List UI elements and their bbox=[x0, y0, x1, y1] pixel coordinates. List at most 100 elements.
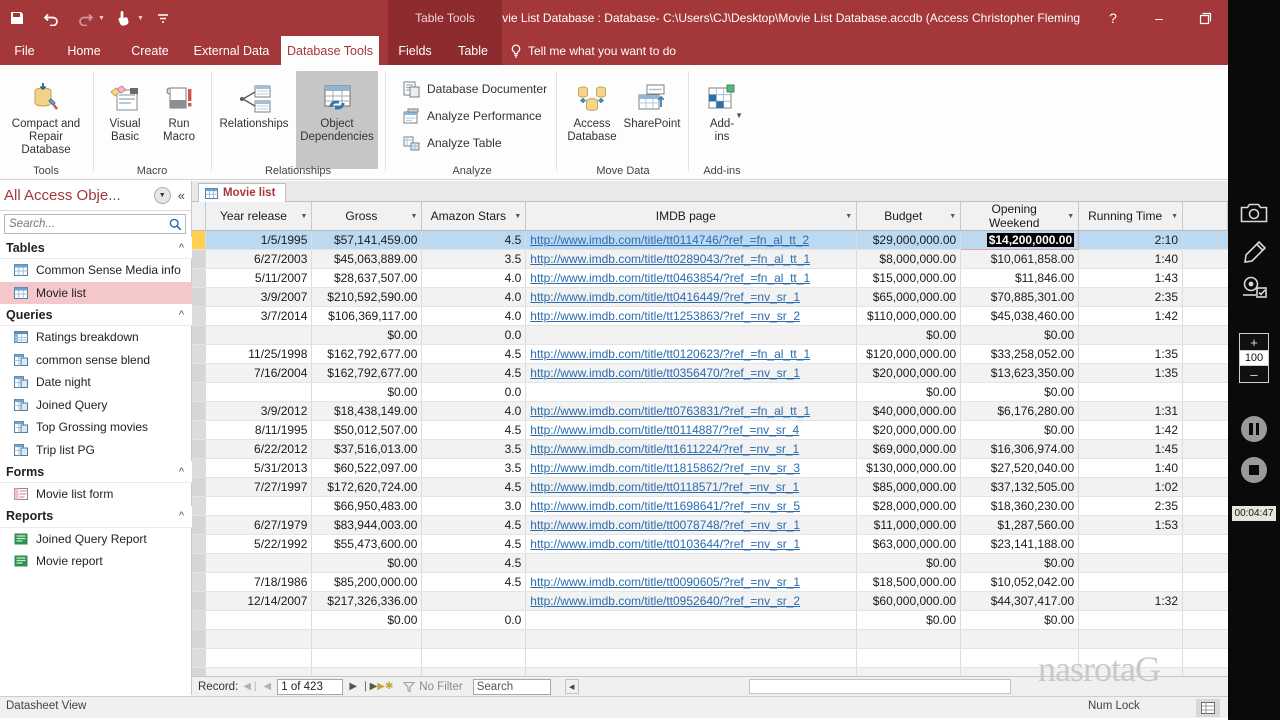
cell-budget[interactable]: $65,000,000.00 bbox=[856, 287, 962, 307]
cell-gross[interactable]: $83,944,003.00 bbox=[311, 515, 423, 535]
cell-imdb_page[interactable]: http://www.imdb.com/title/tt1611224/?ref… bbox=[525, 439, 858, 459]
table-row[interactable]: 3/7/2014 $106,369,117.00 4.0 http://www.imd… bbox=[192, 306, 1228, 326]
row-selector[interactable] bbox=[192, 572, 207, 592]
cell-gross[interactable]: $55,473,600.00 bbox=[311, 534, 423, 554]
cell-gross[interactable]: $28,637,507.00 bbox=[311, 268, 423, 288]
tab-database-tools[interactable]: Database Tools bbox=[281, 36, 379, 65]
table-row[interactable] bbox=[192, 648, 1228, 668]
cell-running_time[interactable]: 2:35 bbox=[1078, 496, 1184, 516]
cell-budget[interactable]: $0.00 bbox=[856, 382, 962, 402]
cell-amazon_stars[interactable] bbox=[421, 648, 527, 668]
table-row[interactable]: $66,950,483.00 3.0 http://www.imdb.com/tit… bbox=[192, 496, 1228, 516]
first-record-button[interactable]: ◀❘ bbox=[243, 681, 259, 692]
cell-imdb_page[interactable]: http://www.imdb.com/title/tt0356470/?ref… bbox=[525, 363, 858, 383]
cell-opening_weekend[interactable]: $27,520,040.00 bbox=[960, 458, 1080, 478]
cell-budget[interactable]: $0.00 bbox=[856, 325, 962, 345]
zoom-value[interactable]: 100 bbox=[1240, 350, 1268, 366]
column-header-opening-weekend[interactable]: Opening Weekend ▼ bbox=[960, 202, 1080, 231]
cell-budget[interactable]: $130,000,000.00 bbox=[856, 458, 962, 478]
row-selector[interactable] bbox=[192, 268, 207, 288]
chevron-down-icon[interactable]: ▼ bbox=[945, 213, 956, 220]
row-selector[interactable] bbox=[192, 382, 207, 402]
cell-gross[interactable]: $106,369,117.00 bbox=[311, 306, 423, 326]
cell-year_release[interactable] bbox=[205, 648, 313, 668]
cell-year_release[interactable]: 3/7/2014 bbox=[205, 306, 313, 326]
cell-gross[interactable]: $0.00 bbox=[311, 382, 423, 402]
row-selector[interactable] bbox=[192, 553, 207, 573]
cell-running_time[interactable] bbox=[1078, 553, 1184, 573]
table-row[interactable]: 7/16/2004 $162,792,677.00 4.5 http://www.im… bbox=[192, 363, 1228, 383]
table-row[interactable]: $0.00 4.5 $0.00 $0.00 bbox=[192, 553, 1228, 573]
cell-running_time[interactable] bbox=[1078, 629, 1184, 649]
chevron-up-icon[interactable]: ^ bbox=[179, 242, 184, 254]
customize-qat-icon[interactable] bbox=[146, 1, 180, 35]
table-row[interactable]: 5/31/2013 $60,522,097.00 3.5 http://www.imd… bbox=[192, 458, 1228, 478]
row-selector[interactable] bbox=[192, 306, 207, 326]
table-row[interactable]: $0.00 0.0 $0.00 $0.00 bbox=[192, 325, 1228, 345]
cell-budget[interactable] bbox=[856, 648, 962, 668]
scrollbar-thumb[interactable] bbox=[748, 679, 1011, 694]
nav-item-movie-report[interactable]: Movie report bbox=[0, 550, 192, 573]
cell-amazon_stars[interactable] bbox=[421, 629, 527, 649]
cell-opening_weekend[interactable] bbox=[960, 629, 1080, 649]
row-selector[interactable] bbox=[192, 439, 207, 459]
select-all-corner[interactable] bbox=[192, 202, 207, 231]
cell-amazon_stars[interactable]: 4.5 bbox=[421, 572, 527, 592]
cell-budget[interactable]: $40,000,000.00 bbox=[856, 401, 962, 421]
cell-opening_weekend[interactable]: $37,132,505.00 bbox=[960, 477, 1080, 497]
last-record-button[interactable]: ❘▶ bbox=[361, 681, 377, 692]
cell-opening_weekend[interactable]: $16,306,974.00 bbox=[960, 439, 1080, 459]
stop-recording-button[interactable] bbox=[1228, 455, 1280, 485]
cell-year_release[interactable]: 11/25/1998 bbox=[205, 344, 313, 364]
database-documenter-button[interactable]: Database Documenter bbox=[400, 76, 547, 102]
cell-year_release[interactable]: 7/18/1986 bbox=[205, 572, 313, 592]
row-selector[interactable] bbox=[192, 401, 207, 421]
save-icon[interactable] bbox=[0, 1, 34, 35]
cell-running_time[interactable]: 1:35 bbox=[1078, 344, 1184, 364]
tab-file[interactable]: File bbox=[6, 36, 43, 65]
imdb-link[interactable]: http://www.imdb.com/title/tt0118571/?ref… bbox=[530, 480, 799, 494]
cell-opening_weekend[interactable]: $45,038,460.00 bbox=[960, 306, 1080, 326]
nav-item-movie-list-form[interactable]: Movie list form bbox=[0, 483, 192, 506]
imdb-link[interactable]: http://www.imdb.com/title/tt0416449/?ref… bbox=[530, 290, 800, 304]
cell-imdb_page[interactable] bbox=[525, 610, 858, 630]
chevron-up-icon[interactable]: ^ bbox=[179, 309, 184, 321]
nav-item-trip-list-pg[interactable]: Trip list PG bbox=[0, 439, 192, 462]
cell-gross[interactable]: $0.00 bbox=[311, 610, 423, 630]
nav-item-common-sense-media-info[interactable]: Common Sense Media info bbox=[0, 259, 192, 282]
cell-opening_weekend[interactable]: $6,176,280.00 bbox=[960, 401, 1080, 421]
row-selector[interactable] bbox=[192, 230, 207, 250]
imdb-link[interactable]: http://www.imdb.com/title/tt0763831/?ref… bbox=[530, 404, 810, 418]
cell-budget[interactable]: $29,000,000.00 bbox=[856, 230, 962, 250]
horizontal-scrollbar[interactable]: ◀ bbox=[564, 679, 1185, 694]
cell-gross[interactable]: $210,592,590.00 bbox=[311, 287, 423, 307]
table-row[interactable]: $0.00 0.0 $0.00 $0.00 bbox=[192, 610, 1228, 630]
run-macro-button[interactable]: Run Macro bbox=[152, 71, 206, 144]
cell-year_release[interactable] bbox=[205, 382, 313, 402]
table-row[interactable]: 6/27/1979 $83,944,003.00 4.5 http://www.imd… bbox=[192, 515, 1228, 535]
cell-gross[interactable]: $0.00 bbox=[311, 553, 423, 573]
cell-budget[interactable] bbox=[856, 629, 962, 649]
previous-record-button[interactable]: ◀ bbox=[259, 681, 275, 692]
cell-opening_weekend[interactable]: $11,846.00 bbox=[960, 268, 1080, 288]
table-row[interactable]: 3/9/2007 $210,592,590.00 4.0 http://www.imd… bbox=[192, 287, 1228, 307]
cell-budget[interactable]: $11,000,000.00 bbox=[856, 515, 962, 535]
cell-budget[interactable]: $20,000,000.00 bbox=[856, 363, 962, 383]
table-row[interactable]: 3/9/2012 $18,438,149.00 4.0 http://www.imdb… bbox=[192, 401, 1228, 421]
cell-imdb_page[interactable] bbox=[525, 553, 858, 573]
cell-imdb_page[interactable] bbox=[525, 648, 858, 668]
cell-amazon_stars[interactable]: 4.5 bbox=[421, 534, 527, 554]
cell-budget[interactable]: $18,500,000.00 bbox=[856, 572, 962, 592]
search-icon[interactable] bbox=[165, 218, 185, 231]
row-selector[interactable] bbox=[192, 420, 207, 440]
screenshot-camera-icon[interactable] bbox=[1228, 196, 1280, 230]
scroll-left-button[interactable]: ◀ bbox=[564, 679, 579, 694]
row-selector[interactable] bbox=[192, 458, 207, 478]
cell-opening_weekend[interactable]: $44,307,417.00 bbox=[960, 591, 1080, 611]
cell-gross[interactable] bbox=[311, 648, 423, 668]
cell-gross[interactable]: $45,063,889.00 bbox=[311, 249, 423, 269]
chevron-down-icon[interactable]: ▼ bbox=[1063, 213, 1074, 220]
imdb-link[interactable]: http://www.imdb.com/title/tt1611224/?ref… bbox=[530, 442, 799, 456]
cell-imdb_page[interactable]: http://www.imdb.com/title/tt0416449/?ref… bbox=[525, 287, 858, 307]
cell-amazon_stars[interactable]: 4.0 bbox=[421, 268, 527, 288]
